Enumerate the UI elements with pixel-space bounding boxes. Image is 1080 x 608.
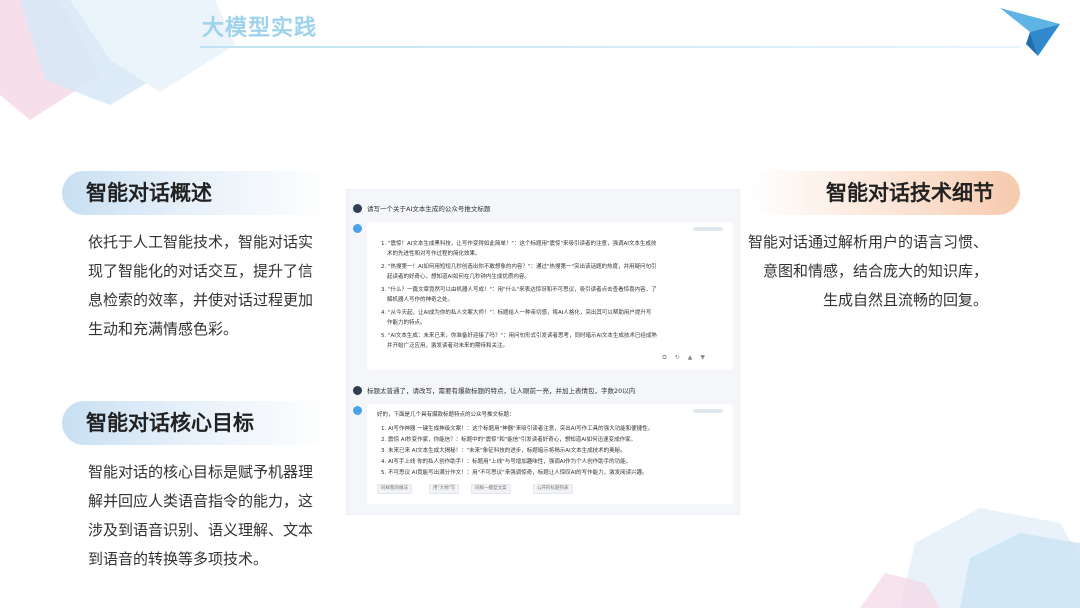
- tech-line: 意图和情感，结合庞大的知识库，: [762, 262, 988, 280]
- thumb-up-icon[interactable]: ▲: [688, 354, 693, 362]
- answer-card-1: 1. "震惊！AI文本生成黑科技，让写作变得如此简单！"：这个标题用"震惊"来吸…: [367, 222, 733, 370]
- copy-icon[interactable]: ⧉: [662, 354, 666, 362]
- answer-line: 解机器人写作的神奇之处。: [387, 297, 454, 303]
- answer-line: 并开始广泛应用，激发读者对未来的期待和关注。: [387, 343, 509, 349]
- suggestion-chip[interactable]: 同样我的做法: [377, 484, 412, 494]
- assistant-avatar: [353, 406, 362, 415]
- answer-line: 4. AI写手上线 你的私人创作助手！：标题用"上线"与号增加趣味性，强调AI作…: [381, 459, 632, 465]
- overview-text: 依托于人工智能技术，智能对话实 现了智能化的对话交互，提升了信 息检索的效率，并…: [88, 228, 338, 344]
- assistant-avatar: [353, 224, 362, 233]
- chat-screenshot: 请写一个关于AI文本生成的公众号推文标题 1. "震惊！AI文本生成黑科技，让写…: [346, 189, 740, 515]
- answer-line: 4. "从今天起，让AI成为你的私人文案大师！"：标题给人一种亲切感，将AI人格…: [381, 310, 652, 316]
- paper-plane-logo-icon: [1000, 8, 1060, 56]
- refresh-icon[interactable]: ↻: [675, 354, 680, 362]
- question-text: 标题太普通了，请改写，需要有爆款标题的特点，让人眼前一亮，并加上表情包，字数20…: [367, 387, 636, 395]
- user-question-2: 标题太普通了，请改写，需要有爆款标题的特点，让人眼前一亮，并加上表情包，字数20…: [353, 385, 635, 395]
- goal-line: 智能对话的核心目标是赋予机器理: [88, 463, 314, 481]
- answer-line: 术的先进性和对写作过程的简化效果。: [387, 251, 481, 257]
- suggestion-chip[interactable]: 同样一模型文案: [471, 484, 511, 494]
- thumb-down-icon[interactable]: ▼: [700, 354, 705, 362]
- overview-line: 息检索的效率，并使对话过程更加: [88, 291, 314, 309]
- answer-line: 3. 未来已来 AI文本生成大揭秘！："未来"象征科技的进步，标题暗示将揭示AI…: [381, 448, 626, 454]
- answer-line: 5. "AI文本生成：未来已来，你准备好迎接了吗？"：用问句形式引发读者思考，同…: [381, 333, 657, 339]
- card-tag: [693, 227, 723, 231]
- answer-card-2: 好的，下面是几个具有爆款标题特点的公众号推文标题： 1. AI写作神器 一键生成…: [367, 404, 733, 504]
- goal-line: 到语音的转换等多项技术。: [88, 550, 269, 568]
- tech-text: 智能对话通过解析用户的语言习惯、 意图和情感，结合庞大的知识库， 生成自然且流畅…: [728, 228, 988, 315]
- tech-heading: 智能对话技术细节: [750, 171, 1020, 215]
- answer-line: 2. 震惊 AI秒变作家，你能信？：标题中的"震惊"和"能信"引发读者好奇心，想…: [381, 437, 637, 443]
- title-underline: [200, 46, 1020, 48]
- suggestion-chip[interactable]: 用"大纲"写: [429, 484, 460, 494]
- goal-line: 解并回应人类语音指令的能力，这: [88, 492, 314, 510]
- user-question-1: 请写一个关于AI文本生成的公众号推文标题: [353, 203, 490, 213]
- user-avatar: [353, 385, 362, 395]
- answer-line: 2. "热搜第一！AI如何用短短几秒创造出你不敢想象的内容？"：通过"热搜第一"…: [381, 264, 657, 270]
- overview-line: 依托于人工智能技术，智能对话实: [88, 233, 314, 251]
- question-text: 请写一个关于AI文本生成的公众号推文标题: [367, 205, 491, 213]
- goal-line: 涉及到语音识别、语义理解、文本: [88, 521, 314, 539]
- answer-line: 起读者的好奇心，想知道AI如何在几秒钟内生成优质内容。: [387, 274, 530, 280]
- answer-line: 1. "震惊！AI文本生成黑科技，让写作变得如此简单！"：这个标题用"震惊"来吸…: [381, 241, 657, 247]
- tech-line: 生成自然且流畅的回复。: [822, 291, 988, 309]
- suggestion-chip[interactable]: 公开的标题列表: [533, 484, 573, 494]
- user-avatar: [353, 203, 362, 213]
- answer-actions: ⧉ ↻ ▲ ▼: [662, 354, 705, 362]
- page-title: 大模型实践: [202, 16, 318, 41]
- tech-line: 智能对话通过解析用户的语言习惯、: [747, 233, 988, 251]
- answer-intro: 好的，下面是几个具有爆款标题特点的公众号推文标题：: [377, 412, 515, 418]
- answer-line: 1. AI写作神器 一键生成神级文案！：这个标题用"神器"来吸引读者注意，突出A…: [381, 426, 654, 432]
- answer-line: 作能力的特点。: [387, 320, 426, 326]
- answer-line: 5. 不可思议 AI竟能写出满分作文！：用"不可思议"来强调惊奇，标题让人惊叹A…: [381, 470, 648, 476]
- decor-bottom-right-shapes: [860, 508, 1080, 608]
- goal-heading: 智能对话核心目标: [62, 401, 332, 445]
- overview-line: 现了智能化的对话交互，提升了信: [88, 262, 314, 280]
- answer-line: 3. "什么？一篇文章竟然可以由机器人写成！"：用"什么"来表达惊讶和不可思议，…: [381, 287, 657, 293]
- goal-text: 智能对话的核心目标是赋予机器理 解并回应人类语音指令的能力，这 涉及到语音识别、…: [88, 458, 338, 574]
- overview-line: 生动和充满情感色彩。: [88, 320, 239, 338]
- overview-heading: 智能对话概述: [62, 171, 332, 215]
